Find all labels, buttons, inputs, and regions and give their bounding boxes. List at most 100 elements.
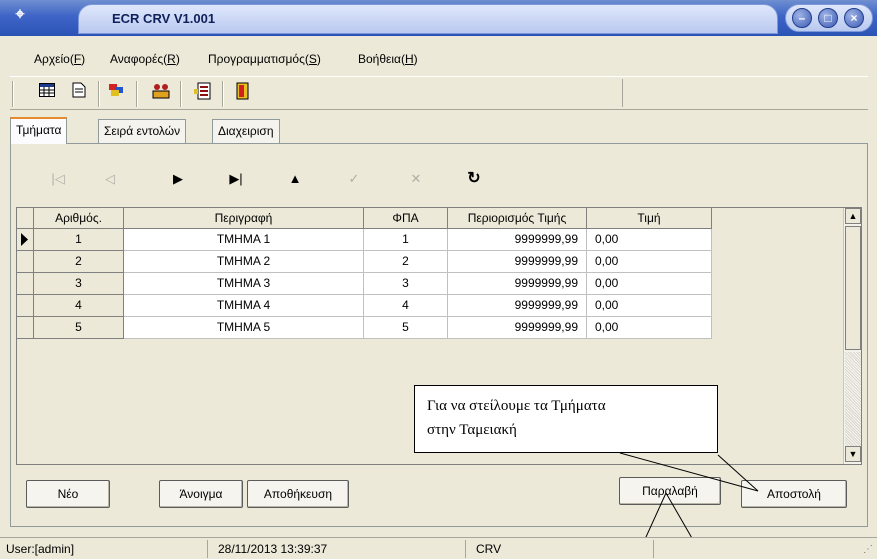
- menu-programming-key: S: [308, 52, 317, 66]
- open-button[interactable]: Άνοιγμα: [159, 480, 243, 508]
- first-record-icon[interactable]: |◁: [47, 169, 69, 189]
- status-datetime: 28/11/2013 13:39:37: [216, 540, 466, 558]
- title-bar[interactable]: ⌖ ECR CRV V1.001 – □ ×: [0, 0, 877, 36]
- tab-command-sequence[interactable]: Σειρά εντολών: [98, 119, 187, 143]
- toolbar-separator: [98, 81, 100, 107]
- table-cell[interactable]: 0,00: [587, 317, 712, 339]
- document-icon[interactable]: [68, 82, 90, 104]
- resize-grip-icon[interactable]: ⋰: [863, 544, 873, 555]
- table-cell[interactable]: 0,00: [587, 251, 712, 273]
- receive-button[interactable]: Παραλαβή: [619, 477, 721, 505]
- menu-help-label: Βοήθεια: [358, 52, 401, 66]
- status-bar: User:[admin] 28/11/2013 13:39:37 CRV ⋰: [0, 537, 877, 559]
- network-icon[interactable]: [150, 82, 172, 104]
- grid-header-description[interactable]: Περιγραφή: [124, 208, 364, 229]
- row-indicator: [17, 317, 34, 339]
- row-indicator: [17, 251, 34, 273]
- refresh-icon[interactable]: ↻: [463, 169, 485, 189]
- grid-header-vat[interactable]: ΦΠΑ: [364, 208, 448, 229]
- toolbar: [10, 76, 868, 110]
- menu-programming-label: Προγραμματισμός: [208, 52, 305, 66]
- exit-door-icon[interactable]: [232, 82, 254, 104]
- minimize-icon[interactable]: –: [792, 8, 812, 28]
- last-record-icon[interactable]: ▶|: [225, 169, 247, 189]
- menu-help[interactable]: Βοήθεια(H): [358, 52, 418, 66]
- maximize-icon[interactable]: □: [818, 8, 838, 28]
- toolbar-separator: [222, 81, 224, 107]
- next-record-icon[interactable]: ▶: [167, 169, 189, 189]
- tab-management[interactable]: Διαχειριση: [212, 119, 280, 143]
- table-cell[interactable]: 0,00: [587, 273, 712, 295]
- tab-management-label: Διαχειριση: [218, 124, 274, 138]
- window-title: ECR CRV V1.001: [112, 11, 216, 26]
- new-button[interactable]: Νέο: [26, 480, 110, 508]
- save-button[interactable]: Αποθήκευση: [247, 480, 349, 508]
- table-cell[interactable]: 4: [364, 295, 448, 317]
- menu-file[interactable]: Αρχείο(F): [34, 52, 85, 66]
- table-cell[interactable]: 2: [34, 251, 124, 273]
- list-export-icon[interactable]: [192, 82, 214, 104]
- table-cell[interactable]: 1: [364, 229, 448, 251]
- table-cell[interactable]: 9999999,99: [448, 229, 587, 251]
- table-cell[interactable]: 9999999,99: [448, 251, 587, 273]
- app-crosshair-icon[interactable]: ⌖: [10, 5, 30, 25]
- toolbar-separator: [180, 81, 182, 107]
- table-cell[interactable]: 2: [364, 251, 448, 273]
- callout-line-1: Για να στείλουμε τα Τμήματα: [427, 398, 606, 414]
- table-cell[interactable]: 0,00: [587, 295, 712, 317]
- grid-header-number[interactable]: Αριθμός.: [34, 208, 124, 229]
- scroll-track[interactable]: [845, 352, 861, 446]
- app-window: ⌖ ECR CRV V1.001 – □ × Αρχείο(F) Αναφορέ…: [0, 0, 877, 559]
- menu-bar: Αρχείο(F) Αναφορές(R) Προγραμματισμός(S)…: [0, 36, 877, 76]
- menu-reports-key: R: [167, 52, 176, 66]
- grid-vertical-scrollbar[interactable]: ▲ ▼: [843, 208, 861, 464]
- post-record-icon[interactable]: ✓: [343, 169, 365, 189]
- menu-programming[interactable]: Προγραμματισμός(S): [208, 52, 321, 66]
- grid-header-indicator: [17, 208, 34, 229]
- scroll-thumb[interactable]: [845, 226, 861, 350]
- table-cell[interactable]: ΤΜΗΜΑ 3: [124, 273, 364, 295]
- row-indicator: [17, 295, 34, 317]
- insert-record-icon[interactable]: ▲: [284, 169, 306, 189]
- toolbar-panel: [622, 79, 868, 107]
- close-icon[interactable]: ×: [844, 8, 864, 28]
- table-cell[interactable]: ΤΜΗΜΑ 1: [124, 229, 364, 251]
- tab-command-sequence-label: Σειρά εντολών: [104, 124, 181, 138]
- current-row-arrow-icon: [21, 233, 28, 246]
- palette-icon[interactable]: [106, 82, 128, 104]
- toolbar-separator: [136, 81, 138, 107]
- menu-file-key: F: [73, 52, 82, 66]
- grid-header-price-limit[interactable]: Περιορισμός Τιμής: [448, 208, 587, 229]
- table-cell[interactable]: ΤΜΗΜΑ 2: [124, 251, 364, 273]
- menu-file-label: Αρχείο: [34, 52, 70, 66]
- tab-departments[interactable]: Τμήματα: [10, 117, 68, 144]
- window-controls: – □ ×: [785, 4, 873, 32]
- table-cell[interactable]: 5: [364, 317, 448, 339]
- grid-header-price[interactable]: Τιμή: [587, 208, 712, 229]
- db-navigator: |◁ ◁ ▶ ▶| ▲ ✓ ✕ ↻: [11, 144, 867, 204]
- row-indicator: [17, 229, 34, 251]
- table-cell[interactable]: 3: [364, 273, 448, 295]
- status-user: User:[admin]: [4, 540, 208, 558]
- table-cell[interactable]: 5: [34, 317, 124, 339]
- table-cell[interactable]: 9999999,99: [448, 317, 587, 339]
- cancel-edit-icon[interactable]: ✕: [405, 169, 427, 189]
- table-cell[interactable]: ΤΜΗΜΑ 4: [124, 295, 364, 317]
- table-cell[interactable]: 9999999,99: [448, 295, 587, 317]
- table-cell[interactable]: 1: [34, 229, 124, 251]
- menu-help-key: H: [404, 52, 414, 66]
- table-cell[interactable]: 9999999,99: [448, 273, 587, 295]
- callout-line-2: στην Ταμειακή: [427, 422, 517, 438]
- table-cell[interactable]: 0,00: [587, 229, 712, 251]
- send-button[interactable]: Αποστολή: [741, 480, 847, 508]
- tab-departments-label: Τμήματα: [16, 123, 62, 137]
- table-cell[interactable]: ΤΜΗΜΑ 5: [124, 317, 364, 339]
- table-cell[interactable]: 4: [34, 295, 124, 317]
- menu-reports[interactable]: Αναφορές(R): [110, 52, 180, 66]
- prior-record-icon[interactable]: ◁: [99, 169, 121, 189]
- scroll-up-icon[interactable]: ▲: [845, 208, 861, 224]
- scroll-down-icon[interactable]: ▼: [845, 446, 861, 462]
- callout-note: Για να στείλουμε τα Τμήματα στην Ταμειακ…: [414, 385, 718, 453]
- table-cell[interactable]: 3: [34, 273, 124, 295]
- table-icon[interactable]: [36, 82, 58, 104]
